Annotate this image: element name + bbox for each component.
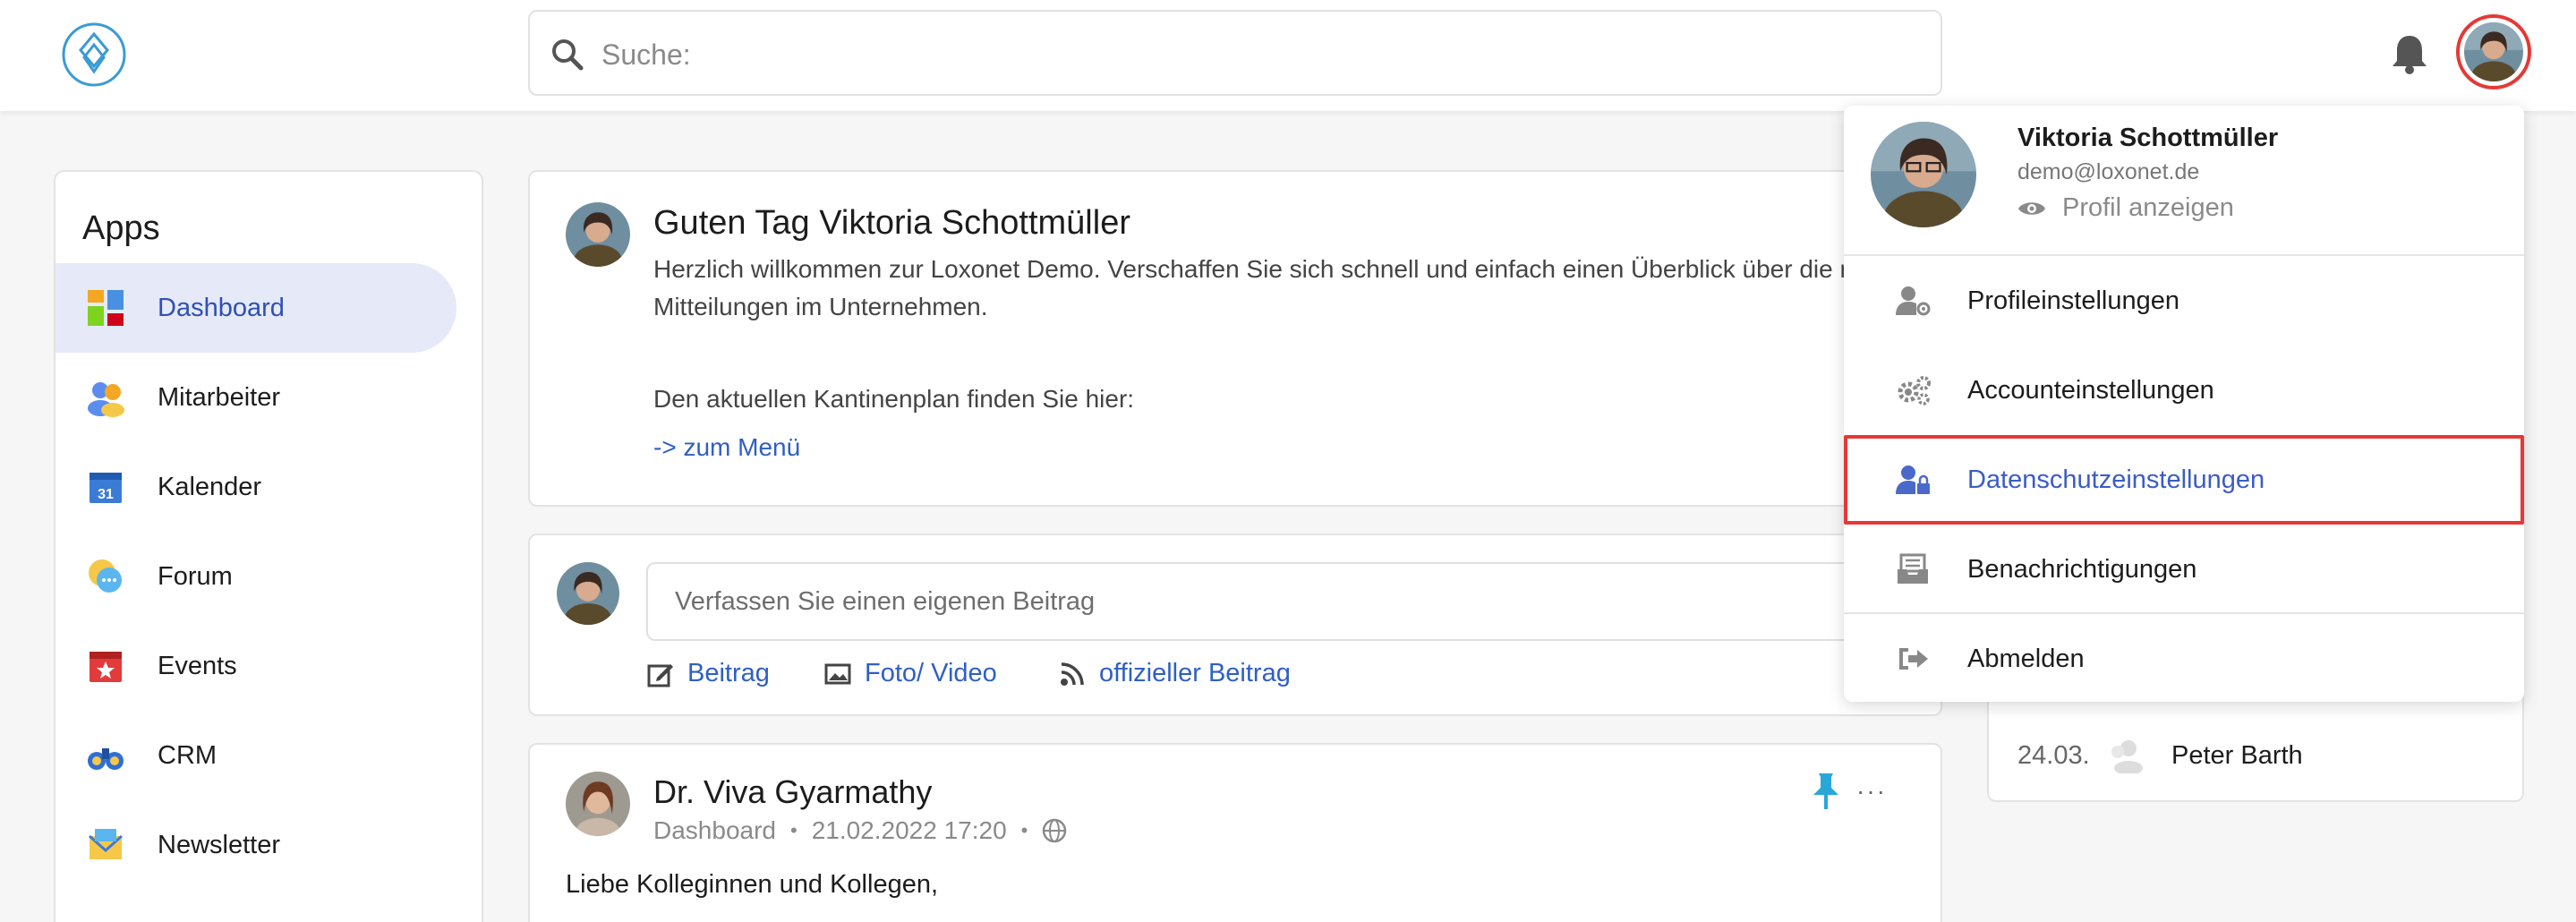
edit-icon xyxy=(647,663,673,687)
menu-item-label: Abmelden xyxy=(1967,644,2085,673)
sidebar-item-kalender[interactable]: 31 Kalender xyxy=(55,442,456,532)
user-email: demo@loxonet.de xyxy=(2017,159,2200,184)
chat-bubble-icon xyxy=(89,559,122,593)
search-box[interactable] xyxy=(528,10,1942,96)
user-gear-icon xyxy=(1896,286,1931,316)
sidebar-item-label: Mitarbeiter xyxy=(158,382,280,412)
sidebar-item-crm[interactable]: CRM xyxy=(55,711,456,800)
post-button-label: Beitrag xyxy=(687,659,770,687)
rss-icon xyxy=(1061,662,1084,686)
user-menu-header: Viktoria Schottmüller demo@loxonet.de Pr… xyxy=(1844,106,2524,256)
search-input[interactable] xyxy=(601,30,1908,80)
sidebar-item-newsletter[interactable]: Newsletter xyxy=(55,800,456,890)
birthday-name[interactable]: Peter Barth xyxy=(2171,741,2303,771)
menu-item-label: Benachrichtigungen xyxy=(1967,554,2197,584)
menu-item-privacy-settings[interactable]: Datenschutzeinstellungen xyxy=(1844,435,2524,525)
pin-icon[interactable] xyxy=(1810,772,1842,811)
menu-item-label: Profileinstellungen xyxy=(1967,286,2179,315)
sidebar-item-label: CRM xyxy=(158,740,218,770)
sidebar-item-label: Forum xyxy=(158,561,233,591)
post-meta: Dashboard • 21.02.2022 17:20 • xyxy=(653,816,1067,845)
calendar-icon: 31 xyxy=(90,473,122,503)
notification-tray-icon xyxy=(1898,553,1928,584)
user-name: Viktoria Schottmüller xyxy=(2017,124,2279,152)
post-card: Dr. Viva Gyarmathy Dashboard • 21.02.202… xyxy=(528,743,1942,922)
canteen-text: Den aktuellen Kantinenplan finden Sie hi… xyxy=(653,385,1135,413)
binoculars-icon xyxy=(88,748,124,770)
sidebar-item-mitarbeiter[interactable]: Mitarbeiter xyxy=(55,353,456,442)
svg-text:31: 31 xyxy=(98,487,114,502)
view-profile-label: Profil anzeigen xyxy=(2062,193,2234,222)
compose-post-input[interactable] xyxy=(646,562,1953,641)
sidebar-item-label: Newsletter xyxy=(158,830,280,859)
post-channel[interactable]: Dashboard xyxy=(653,816,776,845)
top-bar xyxy=(0,0,2576,111)
eye-icon xyxy=(2018,201,2045,215)
photo-video-label: Foto/ Video xyxy=(865,659,997,687)
separator-dot: • xyxy=(789,819,798,841)
loxonet-logo-icon[interactable] xyxy=(61,21,127,88)
menu-item-account-settings[interactable]: Accounteinstellungen xyxy=(1844,346,2524,435)
sign-out-icon xyxy=(1899,648,1928,670)
official-post-label: offizieller Beitrag xyxy=(1099,659,1291,687)
compose-card: Beitrag Foto/ Video offizieller Beitrag xyxy=(528,534,1953,716)
event-star-icon xyxy=(90,652,122,682)
user-menu-dropdown: Viktoria Schottmüller demo@loxonet.de Pr… xyxy=(1844,106,2524,702)
menu-item-label: Datenschutzeinstellungen xyxy=(1967,465,2265,494)
greeting-title: Guten Tag Viktoria Schottmüller xyxy=(653,204,1130,242)
view-profile-link[interactable]: Profil anzeigen xyxy=(2017,193,2234,223)
avatar xyxy=(557,562,619,625)
user-silhouette-icon xyxy=(2111,740,2143,773)
avatar[interactable] xyxy=(566,772,630,836)
photo-video-button[interactable]: Foto/ Video xyxy=(823,659,997,688)
official-post-button[interactable]: offizieller Beitrag xyxy=(1058,659,1291,688)
menu-item-notifications[interactable]: Benachrichtigungen xyxy=(1844,525,2524,614)
image-icon xyxy=(824,663,851,684)
avatar xyxy=(2464,22,2523,81)
greeting-card: Guten Tag Viktoria Schottmüller Herzlich… xyxy=(528,170,1942,507)
sidebar-title: Apps xyxy=(82,209,160,247)
menu-link[interactable]: -> zum Menü xyxy=(653,433,800,462)
globe-icon xyxy=(1043,818,1067,843)
people-icon xyxy=(88,382,124,417)
post-datetime: 21.02.2022 17:20 xyxy=(811,816,1007,844)
gears-icon xyxy=(1898,376,1931,406)
user-avatar-button[interactable] xyxy=(2456,14,2531,90)
post-button[interactable]: Beitrag xyxy=(646,659,770,688)
apps-sidebar: Apps Dashboard Mitarbeiter 31 Kalender F… xyxy=(54,170,483,922)
post-body: Liebe Kolleginnen und Kollegen, xyxy=(566,870,939,899)
sidebar-item-dashboard[interactable]: Dashboard xyxy=(55,263,456,353)
dashboard-icon xyxy=(88,290,124,326)
sidebar-item-events[interactable]: Events xyxy=(55,621,456,711)
search-icon xyxy=(552,39,584,71)
sidebar-item-label: Dashboard xyxy=(158,293,285,322)
user-lock-icon xyxy=(1896,465,1930,494)
bell-icon[interactable] xyxy=(2390,32,2429,75)
sidebar-item-label: Kalender xyxy=(158,472,262,501)
envelope-icon xyxy=(89,829,123,859)
greeting-text: Herzlich willkommen zur Loxonet Demo. Ve… xyxy=(653,255,1930,320)
avatar xyxy=(1871,122,1976,227)
menu-item-label: Accounteinstellungen xyxy=(1967,375,2214,405)
birthday-date: 24.03. xyxy=(2017,741,2090,770)
sidebar-item-forum[interactable]: Forum xyxy=(55,532,456,621)
sidebar-item-label: Events xyxy=(158,651,237,680)
menu-item-logout[interactable]: Abmelden xyxy=(1844,614,2524,704)
more-options-button[interactable]: ··· xyxy=(1856,777,1887,806)
separator-dot: • xyxy=(1020,819,1028,841)
post-author[interactable]: Dr. Viva Gyarmathy xyxy=(653,773,932,811)
avatar xyxy=(566,202,630,267)
menu-item-profile-settings[interactable]: Profileinstellungen xyxy=(1844,256,2524,346)
